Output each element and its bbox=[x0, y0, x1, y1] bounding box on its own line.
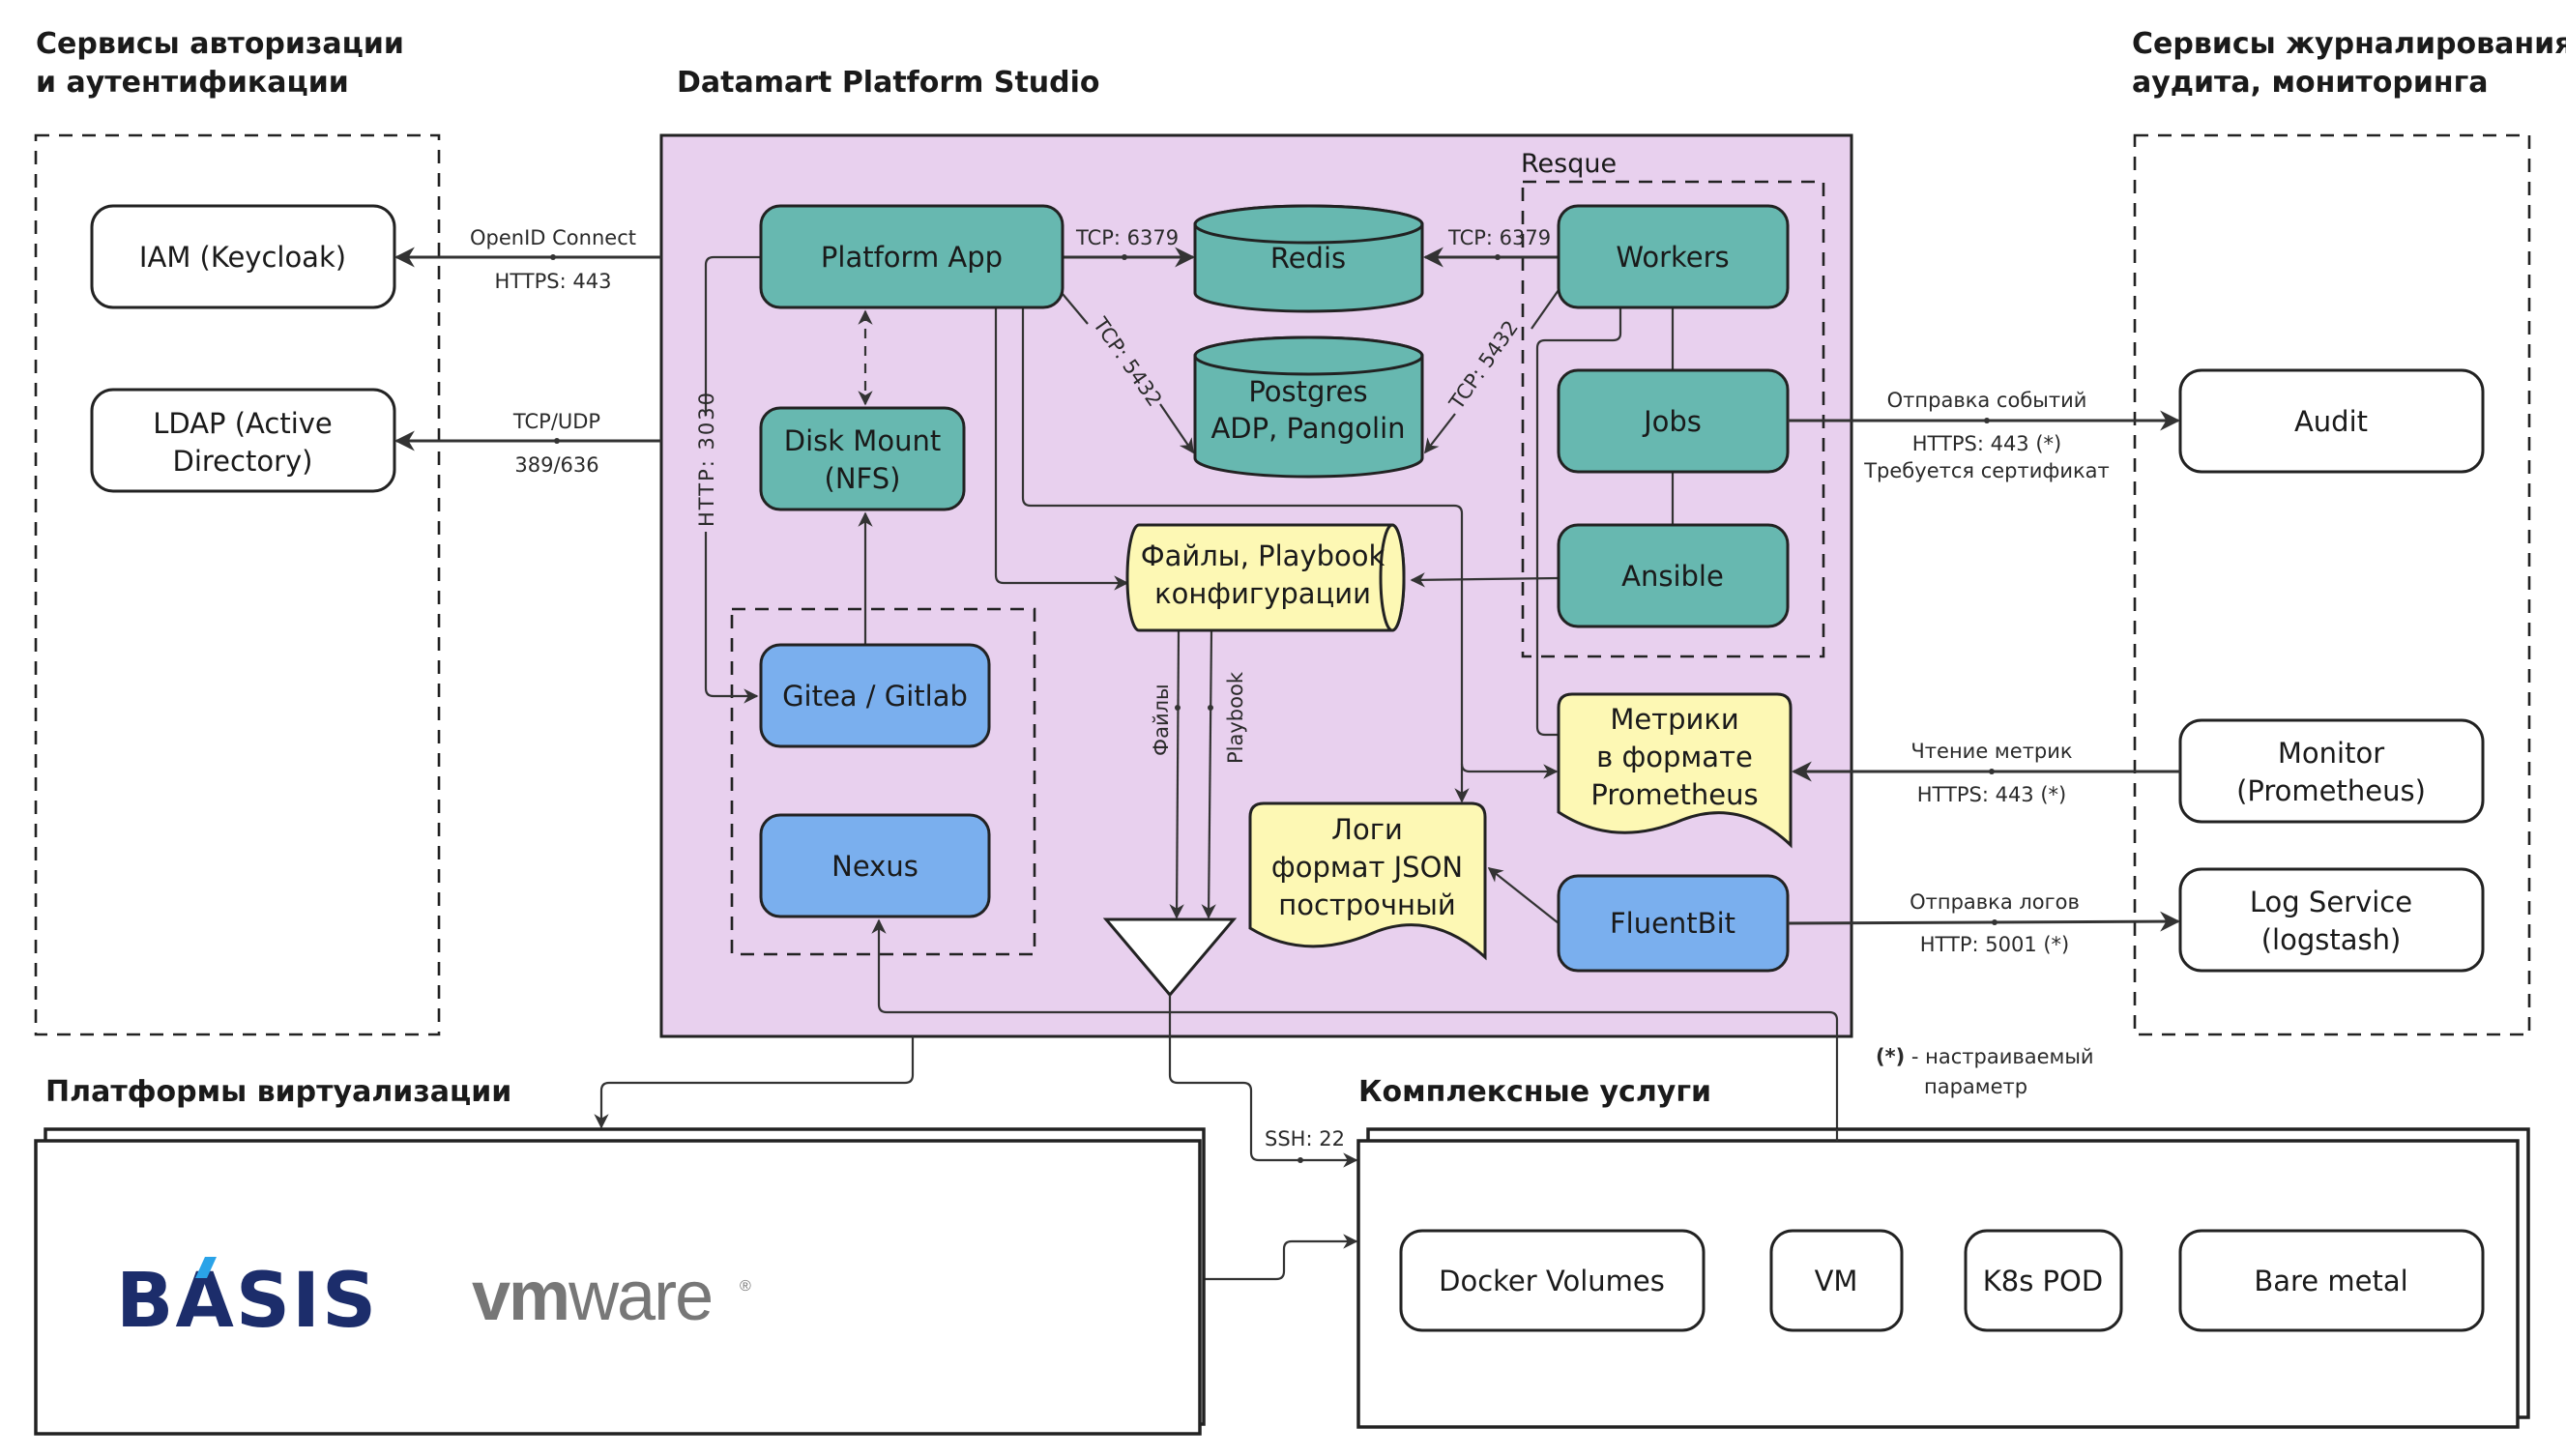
logging-section-title-line2: аудита, мониторинга bbox=[2132, 66, 2489, 100]
edge-audit-label-top: Отправка событий bbox=[1887, 389, 2087, 412]
metrics-label-line2: в формате bbox=[1596, 741, 1753, 773]
bare-metal-label: Bare metal bbox=[2254, 1265, 2407, 1297]
fluentbit-label: FluentBit bbox=[1610, 907, 1735, 940]
vm-label: VM bbox=[1815, 1265, 1858, 1297]
edge-metrics-label-bottom: HTTPS: 443 (*) bbox=[1917, 783, 2066, 806]
logging-section-title-line1: Сервисы журналирования, bbox=[2132, 27, 2566, 61]
vmware-logo-vm: vm bbox=[472, 1258, 569, 1335]
edge-audit-label-bottom2: Требуется сертификат bbox=[1863, 459, 2110, 482]
logs-label-line1: Логи bbox=[1331, 813, 1403, 846]
monitor-label-line1: Monitor bbox=[2278, 737, 2384, 770]
edge-workers-redis-label: TCP: 6379 bbox=[1447, 226, 1551, 249]
platform-app-label: Platform App bbox=[821, 241, 1003, 274]
log-service-label-line1: Log Service bbox=[2250, 886, 2412, 918]
note-marker: (*) bbox=[1876, 1045, 1905, 1068]
edge-iam-label-bottom: HTTPS: 443 bbox=[495, 270, 612, 293]
virtualization-section-title: Платформы виртуализации bbox=[45, 1075, 511, 1109]
auth-section-title-line1: Сервисы авторизации bbox=[36, 27, 404, 61]
jobs-label: Jobs bbox=[1642, 405, 1702, 438]
svg-text:vmware: vmware bbox=[472, 1258, 712, 1335]
note-line1: (*) - настраиваемый bbox=[1876, 1045, 2094, 1068]
k8s-pod-label: K8s POD bbox=[1983, 1265, 2103, 1297]
audit-label: Audit bbox=[2294, 405, 2368, 438]
complex-section-title: Комплексные услуги bbox=[1358, 1075, 1711, 1109]
edge-ldap-label-top: TCP/UDP bbox=[512, 410, 600, 433]
logs-label-line3: построчный bbox=[1278, 888, 1456, 921]
edge-files-label: Файлы bbox=[1150, 684, 1173, 756]
architecture-diagram: Сервисы авторизации и аутентификации Dat… bbox=[34, 27, 2566, 1436]
ldap-label-line1: LDAP (Active bbox=[153, 407, 333, 440]
edge-app-redis-label: TCP: 6379 bbox=[1075, 226, 1179, 249]
vmware-registered-mark: ® bbox=[740, 1278, 751, 1295]
edge-platform-virtualization bbox=[594, 1036, 915, 1129]
edge-fluentbit-logservice bbox=[1787, 911, 2181, 932]
nexus-label: Nexus bbox=[831, 850, 919, 883]
vmware-logo: vmware ® bbox=[472, 1258, 751, 1335]
log-service-label-line2: (logstash) bbox=[2261, 923, 2402, 956]
logs-label-line2: формат JSON bbox=[1271, 851, 1463, 884]
platform-section-title: Datamart Platform Studio bbox=[677, 66, 1100, 100]
redis-label: Redis bbox=[1270, 242, 1346, 275]
disk-mount-label-line2: (NFS) bbox=[825, 462, 901, 495]
ansible-label: Ansible bbox=[1621, 560, 1724, 593]
note-text: - настраиваемый bbox=[1905, 1045, 2093, 1068]
monitor-label-line2: (Prometheus) bbox=[2236, 774, 2426, 807]
edge-http3030-label: HTTP: 3030 bbox=[695, 391, 718, 527]
postgres-label-line1: Postgres bbox=[1248, 375, 1367, 408]
docker-volumes-label: Docker Volumes bbox=[1439, 1265, 1665, 1297]
auth-section-title-line2: и аутентификации bbox=[36, 66, 349, 100]
metrics-label-line1: Метрики bbox=[1610, 703, 1738, 736]
metrics-label-line3: Prometheus bbox=[1590, 778, 1758, 811]
edge-logs-label-top: Отправка логов bbox=[1910, 890, 2080, 914]
iam-keycloak-label: IAM (Keycloak) bbox=[139, 241, 346, 274]
edge-virtualization-complex bbox=[1204, 1234, 1358, 1281]
disk-mount-label-line1: Disk Mount bbox=[784, 424, 941, 457]
files-label-line1: Файлы, Playbook bbox=[1141, 539, 1385, 572]
edge-playbook-label: Playbook bbox=[1224, 671, 1247, 764]
resque-label: Resque bbox=[1521, 149, 1617, 179]
edge-ldap-label-bottom: 389/636 bbox=[514, 453, 598, 477]
edge-ssh-label: SSH: 22 bbox=[1265, 1127, 1345, 1150]
note-line2: параметр bbox=[1924, 1075, 2027, 1098]
files-label-line2: конфигурации bbox=[1154, 577, 1371, 610]
workers-label: Workers bbox=[1616, 241, 1729, 274]
edge-iam-label-top: OpenID Connect bbox=[470, 226, 636, 249]
ldap-label-line2: Directory) bbox=[173, 445, 313, 478]
edge-metrics-label-top: Чтение метрик bbox=[1910, 740, 2072, 763]
basis-logo: BASIS bbox=[116, 1257, 378, 1345]
edge-audit-label-bottom1: HTTPS: 443 (*) bbox=[1912, 432, 2061, 455]
gitea-gitlab-label: Gitea / Gitlab bbox=[782, 680, 968, 713]
vmware-logo-ware: ware bbox=[568, 1258, 712, 1335]
edge-logs-label-bottom: HTTP: 5001 (*) bbox=[1920, 933, 2070, 956]
basis-logo-text: BASIS bbox=[116, 1258, 378, 1345]
postgres-label-line2: ADP, Pangolin bbox=[1210, 412, 1405, 445]
